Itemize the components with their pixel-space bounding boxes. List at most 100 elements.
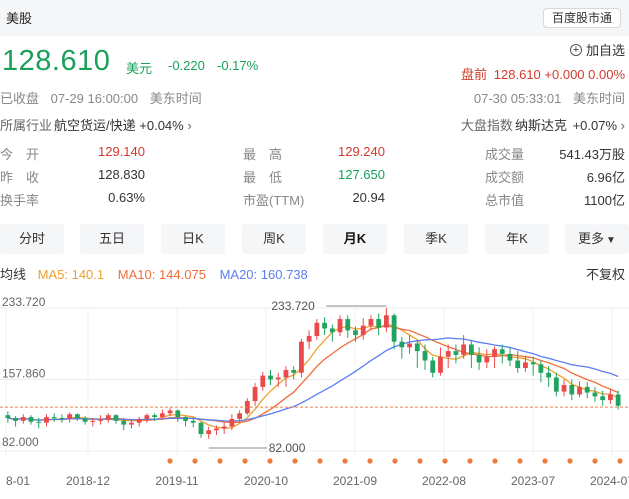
candlestick-chart[interactable]: 233.720 157.860 82.000 233.720 82.000 8-01 201… [0, 285, 629, 499]
tab-quarterly-k[interactable]: 季K [404, 224, 468, 254]
candle-body-13 [105, 415, 111, 420]
chevron-right-icon: › [620, 118, 625, 133]
candle-body-72 [561, 385, 567, 392]
stat-amount-label: 成交额 [485, 170, 525, 185]
candle-body-51 [399, 341, 405, 348]
candle-body-34 [268, 375, 273, 380]
premarket-quote: 盘前 128.610 +0.000 0.00% [461, 64, 625, 83]
ma-line-ma10 [7, 324, 619, 423]
index-link[interactable]: 大盘指数 纳斯达克 +0.07% › [461, 115, 625, 134]
candle-body-36 [283, 369, 289, 378]
candle-body-18 [144, 415, 150, 419]
candle-body-50 [391, 315, 397, 342]
event-dot-10 [417, 458, 423, 464]
stat-low-value: 127.650 [338, 167, 385, 182]
event-dot-4 [267, 458, 273, 464]
stat-high: 最 高 129.240 [243, 144, 385, 162]
stat-market-cap-label: 总市值 [485, 193, 525, 208]
event-dot-5 [292, 458, 298, 464]
candle-body-79 [615, 394, 621, 406]
candle-body-27 [214, 428, 219, 431]
candle-body-4 [36, 421, 42, 423]
add-watchlist-button[interactable]: + 加自选 [569, 40, 625, 59]
candle-body-49 [383, 315, 389, 328]
tab-monthly-k[interactable]: 月K [323, 224, 387, 254]
industry-link[interactable]: 所属行业 航空货运/快递 +0.04% › [0, 115, 192, 134]
candle-body-28 [221, 426, 227, 429]
candle-body-67 [523, 362, 528, 369]
period-tabs: 分时 五日 日K 周K 月K 季K 年K 更多 ▼ [0, 224, 629, 254]
tab-yearly-k[interactable]: 年K [485, 224, 549, 254]
ma-label: 均线 [0, 267, 27, 282]
event-dot-16 [567, 458, 573, 464]
index-label: 大盘指数 [460, 118, 513, 133]
candle-body-71 [553, 377, 559, 392]
now-time: 07-30 05:33:01 [473, 91, 562, 106]
min-annotation-label: 82.000 [269, 441, 306, 455]
tab-intraday[interactable]: 分时 [0, 224, 64, 254]
candle-body-41 [322, 322, 327, 329]
event-dot-9 [392, 458, 398, 464]
plus-circle-icon: + [569, 43, 582, 56]
candle-body-40 [314, 322, 320, 337]
stat-high-value: 129.240 [338, 144, 385, 159]
event-dot-17 [592, 458, 598, 464]
candle-body-58 [453, 351, 459, 355]
candle-body-42 [329, 328, 335, 333]
tab-daily-k[interactable]: 日K [161, 224, 225, 254]
market-tab[interactable]: 美股 [6, 8, 32, 27]
app-button[interactable]: 百度股市通 [542, 8, 621, 28]
candle-body-44 [345, 319, 351, 331]
premarket-value: 128.610 +0.000 0.00% [493, 67, 625, 82]
stat-volume-value: 541.43万股 [559, 147, 625, 162]
x-tick-label-4: 2021-09 [333, 474, 377, 488]
x-tick-label-6: 2023-07 [511, 474, 555, 488]
candle-body-38 [299, 341, 304, 373]
candle-body-73 [569, 385, 575, 395]
tab-more[interactable]: 更多 ▼ [565, 224, 629, 254]
stat-high-label: 最 高 [243, 147, 283, 162]
candle-body-64 [499, 349, 505, 354]
stat-market-cap: 总市值 1100亿 [485, 190, 625, 208]
candle-body-45 [353, 330, 358, 336]
status-text: 已收盘 [0, 91, 40, 106]
industry-name: 航空货运/快递 [54, 118, 136, 133]
stat-prev-close-label: 昨 收 [0, 170, 40, 185]
stat-volume: 成交量 541.43万股 [485, 144, 625, 162]
stat-low: 最 低 127.650 [243, 167, 385, 185]
candle-body-5 [44, 417, 49, 423]
stat-pe: 市盈(TTM) 20.94 [243, 190, 385, 208]
candle-body-0 [5, 415, 11, 419]
candle-body-19 [152, 415, 158, 418]
tab-weekly-k[interactable]: 周K [242, 224, 306, 254]
candle-body-3 [28, 417, 34, 422]
y-tick-label-1: 157.860 [2, 367, 46, 381]
candle-body-77 [600, 396, 606, 401]
stat-prev-close: 昨 收 128.830 [0, 167, 145, 185]
candle-body-26 [206, 430, 212, 435]
price-change: -0.220 [168, 58, 205, 73]
candle-body-24 [190, 420, 196, 423]
candle-body-30 [237, 413, 243, 419]
market-status: 已收盘 07-29 16:00:00 美东时间 [0, 88, 210, 107]
ma-line-ma5 [7, 323, 619, 430]
candle-body-17 [136, 418, 142, 423]
candle-body-33 [260, 375, 266, 387]
candle-body-1 [13, 418, 18, 421]
x-tick-label-0: 8-01 [6, 474, 30, 488]
candle-body-55 [430, 360, 436, 373]
candle-body-75 [584, 386, 590, 393]
candle-body-35 [275, 377, 281, 380]
candle-body-69 [538, 364, 544, 373]
stat-open: 今 开 129.140 [0, 144, 145, 162]
adjust-mode[interactable]: 不复权 [586, 264, 625, 283]
tab-five-day[interactable]: 五日 [80, 224, 144, 254]
event-dot-3 [242, 458, 248, 464]
candle-body-61 [476, 354, 482, 363]
current-time: 07-30 05:33:01 美东时间 [466, 88, 625, 107]
event-dot-15 [542, 458, 548, 464]
industry-change: +0.04% [139, 118, 184, 133]
candle-body-56 [438, 356, 443, 373]
tab-more-label: 更多 [578, 231, 605, 246]
candle-body-32 [252, 386, 258, 402]
